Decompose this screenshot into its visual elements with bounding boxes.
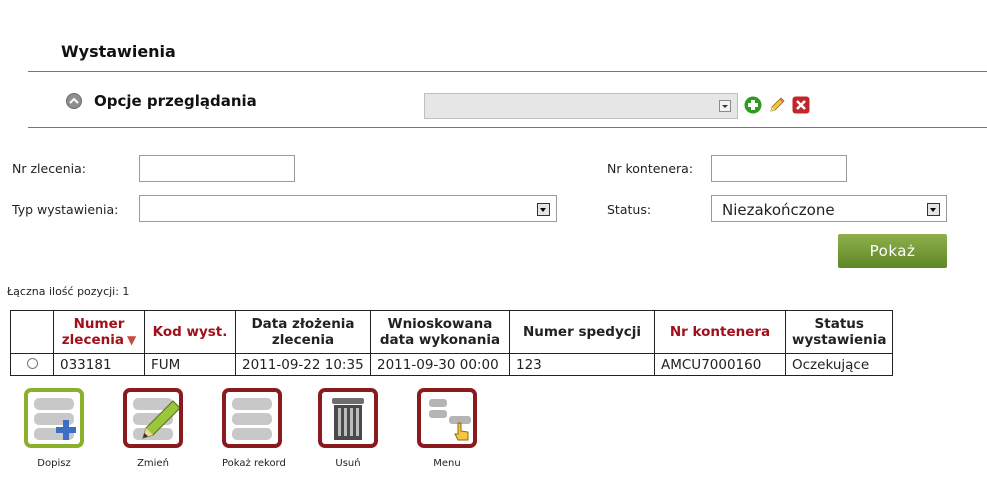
add-record-icon[interactable] xyxy=(24,388,84,448)
column-header-order-date: Data złożenia zlecenia xyxy=(235,310,371,354)
container-no-input[interactable] xyxy=(711,155,847,182)
view-record-icon[interactable] xyxy=(222,388,282,448)
container-no-cell: AMCU7000160 xyxy=(654,353,786,376)
results-table: Numer zlecenia ▼ Kod wyst. Data złożenia … xyxy=(10,310,894,376)
column-header-order-no-label: Numer zlecenia xyxy=(61,316,125,348)
add-button[interactable]: Dopisz xyxy=(24,388,84,469)
column-header-shipping-no: Numer spedycji xyxy=(509,310,655,354)
status-cell: Oczekujące xyxy=(784,353,894,376)
saved-view-select[interactable] xyxy=(424,93,738,119)
order-no-input[interactable] xyxy=(139,155,295,182)
order-no-label: Nr zlecenia: xyxy=(12,161,87,176)
chevron-down-icon[interactable] xyxy=(927,203,940,216)
menu-button-label: Menu xyxy=(433,458,461,469)
delete-button[interactable]: Usuń xyxy=(318,388,378,469)
show-record-button-label: Pokaż rekord xyxy=(222,458,286,469)
chevron-down-icon[interactable] xyxy=(537,203,550,216)
chevron-down-icon[interactable] xyxy=(719,100,731,112)
status-select-value: Niezakończone xyxy=(722,201,835,219)
show-record-button[interactable]: Pokaż rekord xyxy=(222,388,286,469)
order-no-cell[interactable]: 033181 xyxy=(53,353,145,376)
code-cell: FUM xyxy=(144,353,236,376)
top-strip xyxy=(0,0,987,12)
delete-button-label: Usuń xyxy=(335,458,361,469)
column-header-order-no[interactable]: Numer zlecenia ▼ xyxy=(53,310,145,354)
status-label: Status: xyxy=(607,202,652,217)
row-select-cell[interactable] xyxy=(10,353,54,376)
type-label: Typ wystawienia: xyxy=(12,202,119,217)
add-view-icon[interactable] xyxy=(744,96,762,114)
delete-view-icon[interactable] xyxy=(792,96,810,114)
shipping-no-cell: 123 xyxy=(509,353,655,376)
column-header-status: Status wystawienia xyxy=(784,310,894,354)
add-button-label: Dopisz xyxy=(37,458,71,469)
type-select[interactable] xyxy=(139,195,557,222)
view-options-label: Opcje przeglądania xyxy=(94,92,257,110)
column-header-requested-date: Wnioskowana data wykonania xyxy=(370,310,510,354)
edit-view-icon[interactable] xyxy=(768,96,786,114)
status-select[interactable]: Niezakończone xyxy=(711,195,947,222)
title-divider xyxy=(28,71,987,72)
show-button[interactable]: Pokaż xyxy=(838,234,947,268)
view-options-toggle[interactable]: Opcje przeglądania xyxy=(66,92,257,110)
row-radio[interactable] xyxy=(26,357,38,369)
collapse-up-icon[interactable] xyxy=(66,93,82,109)
column-header-container-no[interactable]: Nr kontenera xyxy=(654,310,786,354)
edit-button[interactable]: Zmień xyxy=(123,388,183,469)
menu-button[interactable]: Menu xyxy=(417,388,477,469)
menu-icon[interactable] xyxy=(417,388,477,448)
table-row[interactable]: 033181 FUM 2011-09-22 10:35 2011-09-30 0… xyxy=(10,353,894,376)
trash-icon[interactable] xyxy=(318,388,378,448)
order-date-cell: 2011-09-22 10:35 xyxy=(235,353,371,376)
options-divider xyxy=(28,127,987,128)
column-header-code[interactable]: Kod wyst. xyxy=(144,310,236,354)
requested-date-cell: 2011-09-30 00:00 xyxy=(370,353,510,376)
page-title: Wystawienia xyxy=(61,42,176,61)
container-no-label: Nr kontenera: xyxy=(607,161,694,176)
edit-record-icon[interactable] xyxy=(123,388,183,448)
total-count: Łączna ilość pozycji: 1 xyxy=(7,285,130,298)
edit-button-label: Zmień xyxy=(137,458,169,469)
sort-down-icon[interactable]: ▼ xyxy=(127,332,136,348)
table-header-row: Numer zlecenia ▼ Kod wyst. Data złożenia … xyxy=(10,310,894,354)
select-column-header xyxy=(10,310,54,354)
